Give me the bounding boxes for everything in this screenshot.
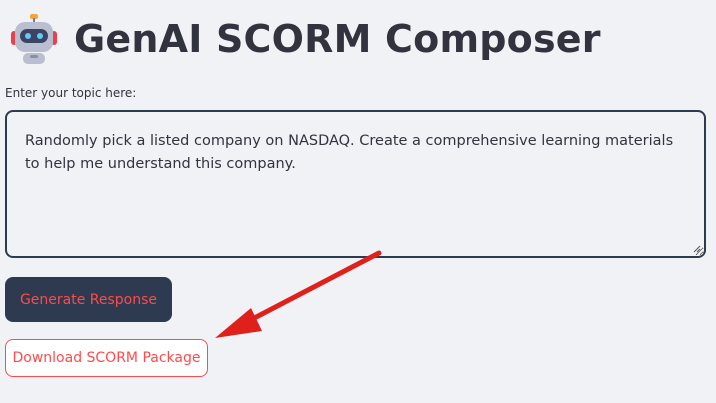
page-header: GenAI SCORM Composer bbox=[10, 10, 601, 68]
resize-grip-icon[interactable] bbox=[693, 245, 701, 253]
page-title: GenAI SCORM Composer bbox=[74, 17, 601, 61]
generate-response-button[interactable]: Generate Response bbox=[5, 277, 172, 322]
download-scorm-package-button[interactable]: Download SCORM Package bbox=[5, 339, 208, 377]
app-page: GenAI SCORM Composer Enter your topic he… bbox=[0, 0, 716, 403]
red-arrow-icon bbox=[215, 250, 382, 338]
topic-input-label: Enter your topic here: bbox=[5, 86, 137, 100]
topic-textarea[interactable]: Randomly pick a listed company on NASDAQ… bbox=[5, 110, 706, 258]
topic-textarea-value[interactable]: Randomly pick a listed company on NASDAQ… bbox=[25, 133, 673, 172]
robot-icon bbox=[11, 14, 57, 64]
